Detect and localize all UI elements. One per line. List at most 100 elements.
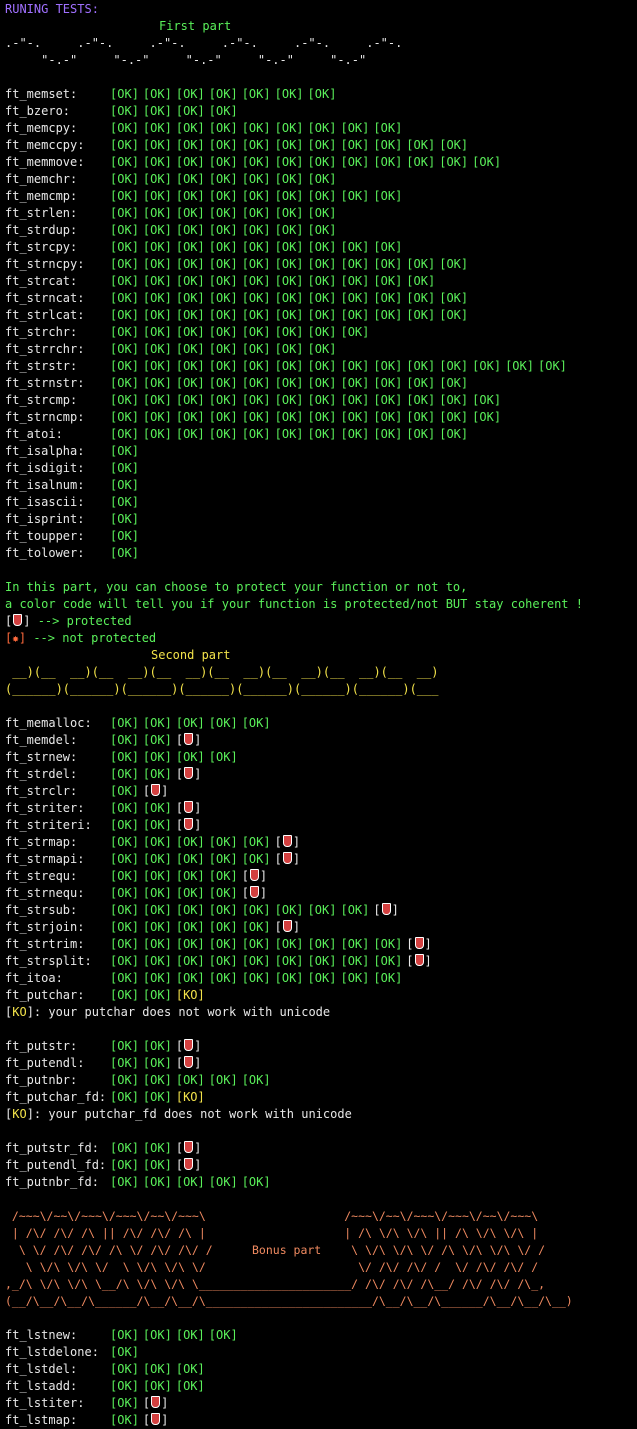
result-ok: [OK] xyxy=(373,189,402,203)
bracket: ] xyxy=(263,342,271,356)
result-ok: [OK] xyxy=(176,1362,205,1376)
bracket: ] xyxy=(197,223,205,237)
bracket: [ xyxy=(208,835,216,849)
bracket: [ xyxy=(208,359,216,373)
result-ok: [OK] xyxy=(472,393,501,407)
bracket: ] xyxy=(395,971,403,985)
bracket: ] xyxy=(197,750,205,764)
result-ok: [OK] xyxy=(373,291,402,305)
bracket: [ xyxy=(241,172,249,186)
result-text: OK xyxy=(248,1073,264,1087)
result-ok: [OK] xyxy=(275,903,304,917)
bracket: ] xyxy=(362,410,370,424)
bracket: ] xyxy=(131,478,139,492)
result-text: OK xyxy=(380,937,396,951)
result-ok: [OK] xyxy=(176,920,205,934)
result-ok: [OK] xyxy=(373,427,402,441)
bracket: [ xyxy=(340,308,348,322)
result-ok: [OK] xyxy=(373,257,402,271)
result-ok: [OK] xyxy=(110,461,139,475)
test-row: ft_strmap: [OK] [OK] [OK] [OK] [OK][] xyxy=(5,834,635,851)
result-ok: [OK] xyxy=(340,240,369,254)
result-text: OK xyxy=(150,291,165,305)
result-ok: [OK] xyxy=(143,801,172,815)
bracket: ] xyxy=(197,954,205,968)
bracket: ] xyxy=(362,291,370,305)
test-row: ft_putendl_fd: [OK] [OK][] xyxy=(5,1157,635,1174)
bracket: ] xyxy=(194,818,202,832)
result-text: OK xyxy=(117,971,132,985)
test-row: ft_putstr: [OK] [OK][] xyxy=(5,1038,635,1055)
legend-not-protected-label: --> not protected xyxy=(26,631,157,645)
bracket: ] xyxy=(263,376,271,390)
bracket: [ xyxy=(340,257,348,271)
bracket: [ xyxy=(175,920,184,934)
bracket: [ xyxy=(307,376,315,390)
result-text: OK xyxy=(183,1328,198,1342)
bracket: [ xyxy=(274,835,282,849)
bracket: [ xyxy=(175,121,184,135)
result-ok: [OK] xyxy=(110,1039,139,1053)
shield-icon xyxy=(249,869,259,881)
result-ok: [OK] xyxy=(110,359,139,373)
result-text: OK xyxy=(117,104,132,118)
bracket: [ xyxy=(208,189,216,203)
bracket: [ xyxy=(208,1175,216,1189)
result-text: OK xyxy=(248,172,264,186)
result-ok: [OK] xyxy=(143,155,172,169)
result-text: OK xyxy=(248,852,264,866)
bracket: [ xyxy=(208,206,216,220)
bracket: ] xyxy=(263,325,271,339)
result-text: OK xyxy=(183,410,198,424)
bracket: [ xyxy=(373,937,381,951)
bracket: ] xyxy=(164,274,172,288)
bracket: ] xyxy=(362,240,370,254)
result-ok: [OK] xyxy=(143,189,172,203)
bracket: [ xyxy=(373,155,381,169)
result-ok: [OK] xyxy=(340,410,369,424)
bracket: ] xyxy=(197,376,205,390)
bracket: ] xyxy=(230,104,238,118)
result-text: OK xyxy=(117,903,132,917)
bracket: [ xyxy=(208,920,216,934)
bracket: ] xyxy=(460,376,469,390)
result-text: OK xyxy=(183,427,198,441)
bracket: [ xyxy=(307,189,315,203)
result-ok: [OK] xyxy=(340,121,369,135)
result-text: OK xyxy=(216,1328,231,1342)
test-row: ft_memcmp: [OK] [OK] [OK] [OK] [OK] [OK] [OK] [O… xyxy=(5,188,635,205)
result-ok: [OK] xyxy=(439,257,468,271)
bracket: [ xyxy=(274,376,282,390)
test-name: ft_lstdelone: xyxy=(5,1345,99,1359)
bracket: ] xyxy=(164,1141,172,1155)
result-text: OK xyxy=(183,189,198,203)
result-text: OK xyxy=(117,954,132,968)
result-ok: [OK] xyxy=(242,240,271,254)
bracket: ] xyxy=(296,325,304,339)
result-text: OK xyxy=(183,257,198,271)
test-name: ft_memcpy: xyxy=(5,121,78,135)
bracket: ] xyxy=(329,971,337,985)
bracket: ] xyxy=(362,155,370,169)
bracket: ] xyxy=(263,1073,271,1087)
result-ok: [OK] xyxy=(143,733,172,747)
bracket: [ xyxy=(307,342,315,356)
result-ok: [OK] xyxy=(242,393,271,407)
result-ok: [OK] xyxy=(308,308,337,322)
test-row: ft_strchr: [OK] [OK] [OK] [OK] [OK] [OK] [OK] [O… xyxy=(5,324,635,341)
result-text: OK xyxy=(150,1056,165,1070)
bracket: ] xyxy=(362,954,370,968)
result-ok: [OK] xyxy=(143,206,172,220)
test-name: ft_strchr: xyxy=(5,325,78,339)
bracket: ] xyxy=(263,308,271,322)
bracket: ] xyxy=(131,393,139,407)
result-ok: [OK] xyxy=(340,376,369,390)
result-text: OK xyxy=(347,376,363,390)
result-text: OK xyxy=(248,121,264,135)
bracket: [ xyxy=(175,104,184,118)
test-name: ft_strcpy: xyxy=(5,240,78,254)
result-text: OK xyxy=(117,1039,132,1053)
result-protected: [] xyxy=(275,835,300,849)
result-text: OK xyxy=(150,954,165,968)
bracket: ] xyxy=(131,155,139,169)
